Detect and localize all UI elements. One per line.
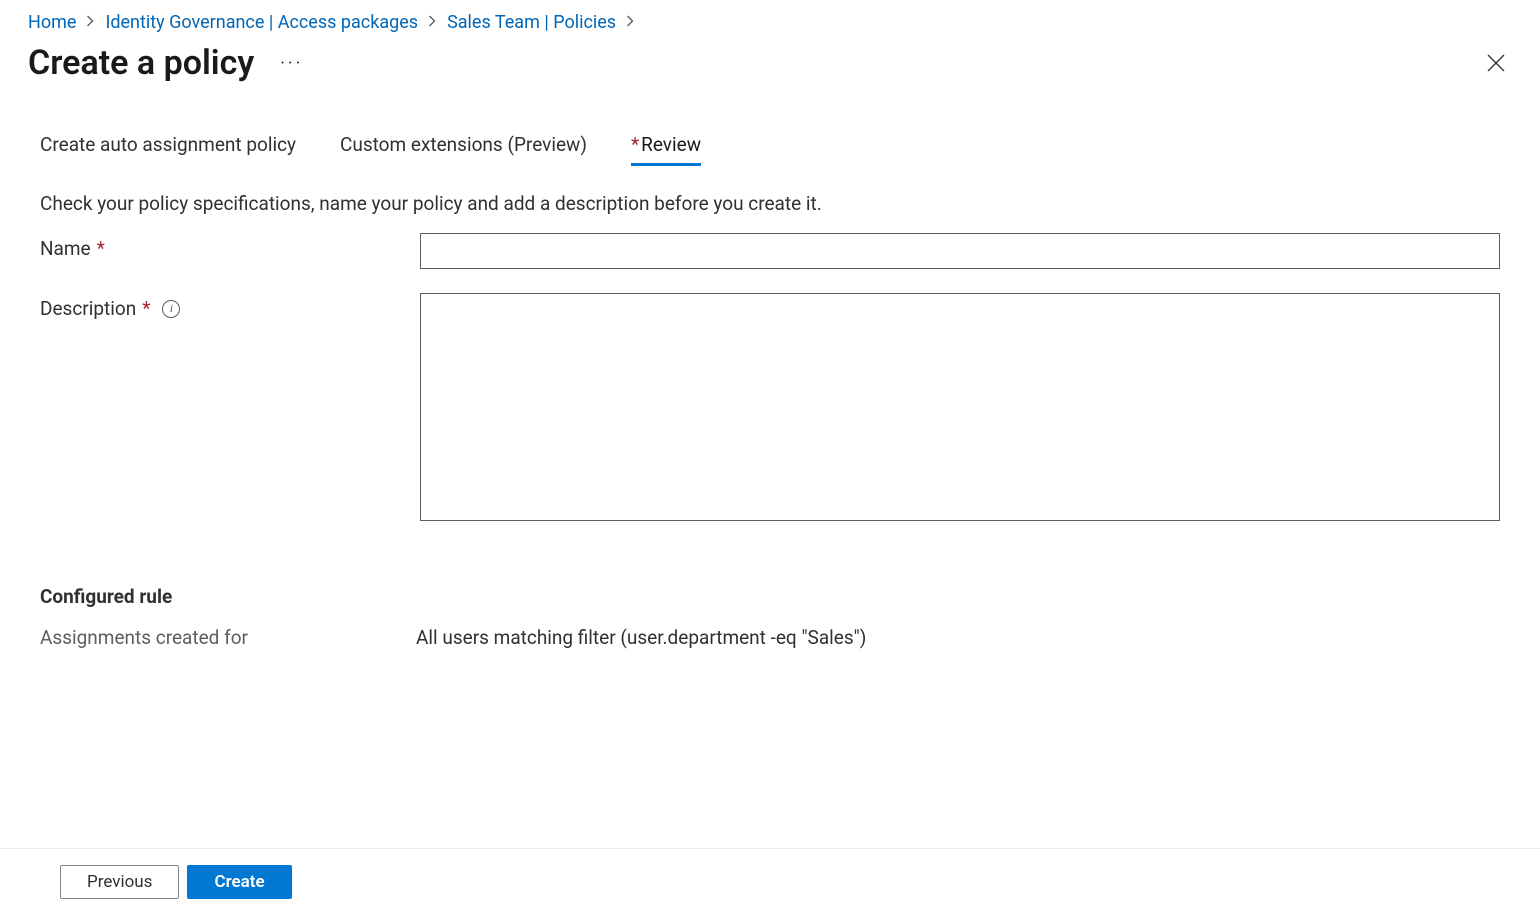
chevron-right-icon (626, 15, 635, 31)
close-icon[interactable] (1480, 47, 1512, 79)
chevron-right-icon (86, 15, 95, 31)
page-title: Create a policy (28, 43, 254, 83)
description-input[interactable] (420, 293, 1500, 521)
tab-create-auto-assignment-policy[interactable]: Create auto assignment policy (40, 133, 296, 164)
more-icon[interactable]: ··· (276, 49, 307, 78)
tabs: Create auto assignment policy Custom ext… (40, 133, 1500, 164)
configured-rule-heading: Configured rule (40, 585, 1500, 608)
name-label: Name * (40, 233, 420, 260)
instructions-text: Check your policy specifications, name y… (40, 192, 1500, 215)
breadcrumb-identity-governance[interactable]: Identity Governance | Access packages (105, 12, 418, 33)
assignments-value: All users matching filter (user.departme… (416, 626, 866, 649)
create-button[interactable]: Create (187, 865, 291, 899)
required-indicator: * (142, 297, 150, 320)
description-label: Description * i (40, 293, 420, 320)
tab-custom-extensions[interactable]: Custom extensions (Preview) (340, 133, 587, 164)
name-input[interactable] (420, 233, 1500, 269)
breadcrumb-sales-team-policies[interactable]: Sales Team | Policies (447, 12, 616, 33)
required-indicator: * (631, 133, 639, 156)
tab-label: Review (641, 133, 701, 156)
footer: Previous Create (0, 848, 1540, 915)
tab-review[interactable]: *Review (631, 133, 701, 164)
assignments-label: Assignments created for (40, 626, 416, 649)
breadcrumb-home[interactable]: Home (28, 12, 76, 33)
breadcrumb: Home Identity Governance | Access packag… (28, 12, 1512, 33)
required-indicator: * (97, 237, 105, 260)
tab-label: Create auto assignment policy (40, 133, 296, 156)
previous-button[interactable]: Previous (60, 865, 179, 899)
chevron-right-icon (428, 15, 437, 31)
tab-label: Custom extensions (Preview) (340, 133, 587, 156)
info-icon[interactable]: i (162, 300, 180, 318)
